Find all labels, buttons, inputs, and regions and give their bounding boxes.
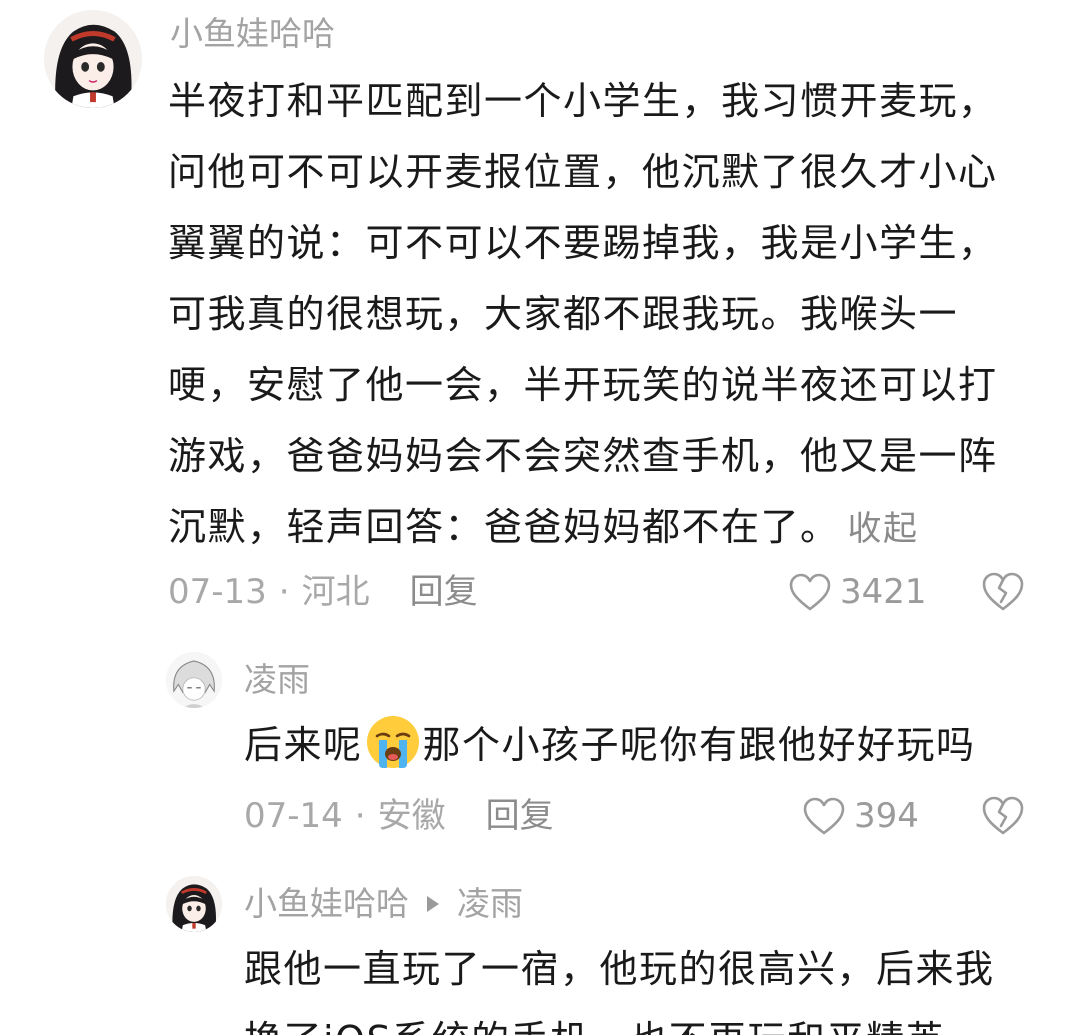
reply-target-user[interactable]: 凌雨: [457, 884, 523, 923]
anime-girl-avatar-icon: [166, 876, 222, 932]
comment-line: 翼翼的说：可不可以不要踢掉我，我是小学生，: [168, 221, 998, 265]
reply-text-start: 后来呢: [244, 723, 363, 767]
comment-meta: 07-13 · 河北 回复: [168, 572, 478, 612]
reply-username[interactable]: 凌雨: [244, 660, 310, 700]
reply-line: 换了iOS系统的手机，也不再玩和平精英: [244, 1005, 995, 1035]
reply-button[interactable]: 回复: [486, 796, 554, 836]
like-button[interactable]: 3421: [788, 572, 927, 612]
reply-body: 后来呢 那个小孩子呢你有跟他好好玩吗: [244, 710, 976, 781]
reply-meta: 07-14 · 安徽 回复: [244, 796, 554, 836]
reply-author[interactable]: 小鱼娃哈哈: [244, 884, 409, 923]
comment-body: 半夜打和平匹配到一个小学生，我习惯开麦玩， 问他可不可以开麦报位置，他沉默了很久…: [168, 66, 998, 565]
avatar[interactable]: [44, 10, 142, 108]
separator-dot: ·: [278, 572, 290, 612]
reply-line: 后来呢 那个小孩子呢你有跟他好好玩吗: [244, 710, 976, 781]
separator-dot: ·: [354, 796, 366, 836]
dislike-button[interactable]: [980, 570, 1026, 612]
collapse-button[interactable]: 收起: [848, 509, 919, 549]
comment-line-text: 沉默，轻声回答：爸爸妈妈都不在了。: [168, 505, 840, 549]
comment-line: 问他可不可以开麦报位置，他沉默了很久才小心: [168, 150, 998, 194]
avatar[interactable]: [166, 652, 222, 708]
heart-icon: [789, 573, 831, 611]
avatar[interactable]: [166, 876, 222, 932]
broken-heart-icon: [982, 796, 1024, 835]
anime-girl-avatar-icon: [44, 10, 142, 108]
comment-thread: 小鱼娃哈哈 半夜打和平匹配到一个小学生，我习惯开麦玩， 问他可不可以开麦报位置，…: [0, 0, 1080, 1035]
comment-line: 游戏，爸爸妈妈会不会突然查手机，他又是一阵: [168, 434, 998, 478]
like-button[interactable]: 394: [802, 796, 919, 836]
like-count: 3421: [840, 572, 927, 612]
like-count: 394: [854, 796, 919, 836]
anime-boy-avatar-icon: [166, 652, 222, 708]
reply-line: 跟他一直玩了一宿，他玩的很高兴，后来我: [244, 947, 995, 991]
reply-username: 小鱼娃哈哈 凌雨: [244, 884, 523, 924]
comment-line: 哽，安慰了他一会，半开玩笑的说半夜还可以打: [168, 363, 998, 407]
comment-last-line: 沉默，轻声回答：爸爸妈妈都不在了。 收起: [168, 492, 998, 565]
reply-button[interactable]: 回复: [410, 572, 478, 612]
comment-line: 半夜打和平匹配到一个小学生，我习惯开麦玩，: [168, 79, 998, 123]
comment-location: 河北: [301, 572, 370, 612]
reply-arrow-icon: [427, 895, 439, 912]
reply-date: 07-14: [244, 796, 343, 836]
crying-face-icon: [366, 716, 419, 768]
dislike-button[interactable]: [980, 794, 1026, 836]
broken-heart-icon: [982, 572, 1024, 611]
reply-location: 安徽: [377, 796, 446, 836]
reply-body: 跟他一直玩了一宿，他玩的很高兴，后来我 换了iOS系统的手机，也不再玩和平精英: [244, 934, 995, 1035]
reply-text-end: 那个小孩子呢你有跟他好好玩吗: [422, 723, 976, 767]
comment-username[interactable]: 小鱼娃哈哈: [170, 14, 335, 54]
comment-line: 可我真的很想玩，大家都不跟我玩。我喉头一: [168, 292, 959, 336]
heart-icon: [803, 797, 845, 835]
comment-date: 07-13: [168, 572, 267, 612]
